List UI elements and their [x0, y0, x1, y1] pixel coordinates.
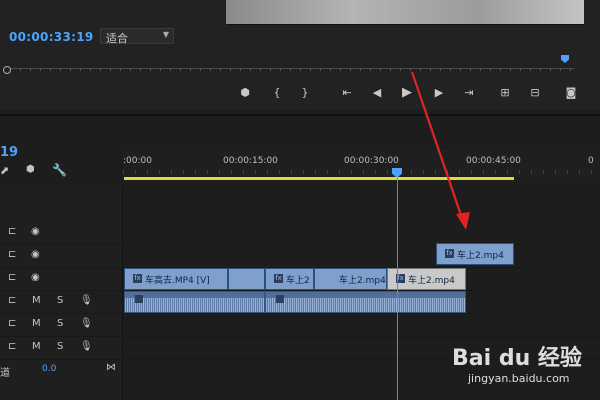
watermark-logo: Bai du 经验	[452, 346, 582, 371]
arrow-shaft	[410, 71, 465, 222]
arrow-head	[456, 212, 470, 230]
watermark-url: jingyan.baidu.com	[468, 372, 570, 385]
